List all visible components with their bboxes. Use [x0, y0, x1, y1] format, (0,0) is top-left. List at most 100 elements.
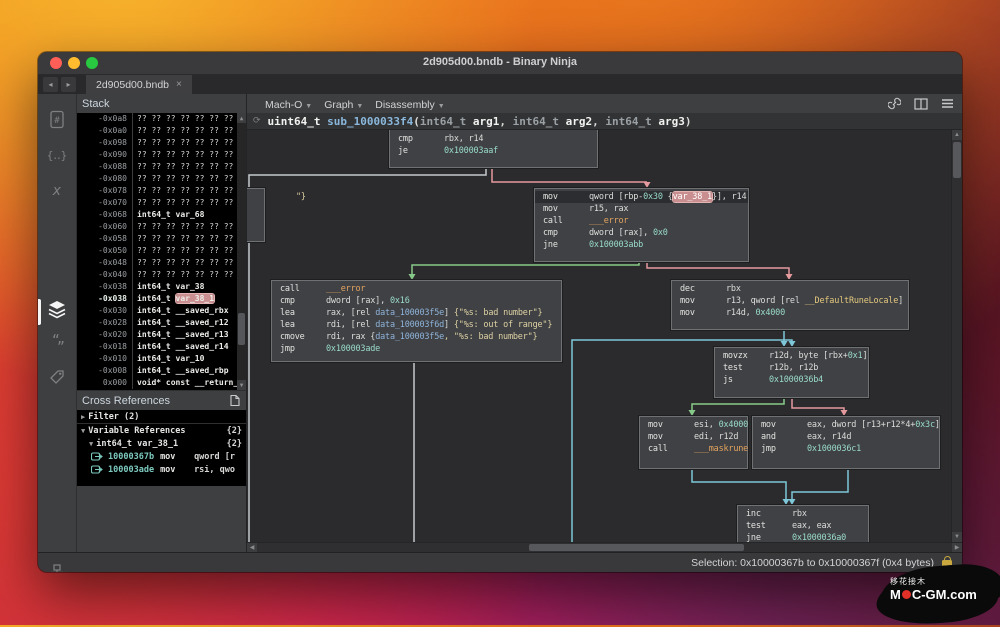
signature-token: ,	[592, 115, 605, 128]
stack-row[interactable]: -0x0a0?? ?? ?? ?? ?? ?? ?? ??	[77, 125, 246, 137]
scroll-down-icon[interactable]: ▼	[952, 532, 962, 542]
split-pane-icon[interactable]	[914, 98, 928, 110]
basic-block-b-error[interactable]: call___errorcmpdword [rax], 0x16learax, …	[271, 280, 562, 362]
instruction-row[interactable]: jne0x1000036a0	[738, 532, 868, 542]
titlebar[interactable]: 2d905d00.bndb - Binary Ninja	[38, 52, 962, 75]
instruction-row[interactable]: movr13, qword [rel __DefaultRuneLocale]	[672, 295, 908, 307]
stack-row[interactable]: -0x070?? ?? ?? ?? ?? ?? ?? ??	[77, 197, 246, 209]
toolbar-menu-graph[interactable]: Graph ▼	[318, 99, 369, 111]
scroll-left-icon[interactable]: ◀	[247, 543, 257, 552]
stack-row[interactable]: -0x060?? ?? ?? ?? ?? ?? ?? ??	[77, 221, 246, 233]
instruction-row[interactable]: movqword [rbp-0x30 {var_38_1}], r14	[535, 191, 748, 203]
instruction-row[interactable]: jmp0x1000036c1	[753, 443, 939, 455]
stack-scrollbar[interactable]: ▲ ▼	[237, 113, 246, 390]
scroll-right-icon[interactable]: ▶	[952, 543, 962, 552]
instruction-row[interactable]: cmpdword [rax], 0x0	[535, 227, 748, 239]
instruction-row[interactable]: cmprbx, r14	[390, 133, 597, 145]
xref-item[interactable]: 100003ademovrsi, qwo	[77, 463, 246, 476]
stack-row[interactable]: -0x020int64_t __saved_r13	[77, 329, 246, 341]
instruction-row[interactable]: testr12b, r12b	[715, 362, 868, 374]
function-signature-bar[interactable]: ⟳ uint64_t sub_1000033f4(int64_t arg1, i…	[247, 113, 962, 130]
stack-row[interactable]: -0x040?? ?? ?? ?? ?? ?? ?? ??	[77, 269, 246, 281]
basic-block-b-store[interactable]: movqword [rbp-0x30 {var_38_1}], r14movr1…	[534, 188, 749, 262]
tags-icon[interactable]	[47, 366, 67, 388]
scroll-down-icon[interactable]: ▼	[237, 380, 246, 390]
symbols-hash-icon[interactable]: #	[47, 109, 67, 131]
tab-close-icon[interactable]: ×	[176, 79, 182, 90]
stack-row[interactable]: -0x038int64_t var_38_1	[77, 293, 246, 305]
stack-row[interactable]: 0x000void* const __return_add	[77, 377, 246, 389]
strings-quotes-icon[interactable]: “”	[47, 332, 67, 354]
scroll-up-icon[interactable]: ▲	[952, 130, 962, 140]
instruction-row[interactable]: moveax, dword [r13+r12*4+0x3c]	[753, 419, 939, 431]
stack-row[interactable]: -0x038int64_t var_38	[77, 281, 246, 293]
instruction-row[interactable]: cmpdword [rax], 0x16	[272, 295, 561, 307]
instruction-row[interactable]: movesi, 0x4000	[640, 419, 747, 431]
toolbar-menu-mach-o[interactable]: Mach-O ▼	[259, 99, 318, 111]
hamburger-menu-icon[interactable]	[941, 98, 954, 109]
basic-block-b-and[interactable]: moveax, dword [r13+r12*4+0x3c]andeax, r1…	[752, 416, 940, 469]
xref-item[interactable]: 10000367bmovqword [r	[77, 450, 246, 463]
instruction-row[interactable]: movr14d, 0x4000	[672, 307, 908, 319]
stack-row[interactable]: -0x080?? ?? ?? ?? ?? ?? ?? ??	[77, 173, 246, 185]
graph-canvas[interactable]: cmprbx, r14je0x100003aaf "} movqword [rbp-…	[247, 130, 951, 542]
stack-row[interactable]: -0x078?? ?? ?? ?? ?? ?? ?? ??	[77, 185, 246, 197]
instruction-row[interactable]: je0x100003aaf	[390, 145, 597, 157]
stack-row[interactable]: -0x050?? ?? ?? ?? ?? ?? ?? ??	[77, 245, 246, 257]
instruction-row[interactable]: call___maskrune	[640, 443, 747, 455]
stack-layers-icon[interactable]	[47, 299, 67, 321]
new-pane-icon[interactable]	[229, 394, 241, 407]
instruction-row[interactable]: leardi, [rel data_100003f6d] {"%s: out o…	[272, 319, 561, 331]
xrefs-group-row[interactable]: ▼Variable References {2}	[77, 424, 246, 437]
stack-row[interactable]: -0x068int64_t var_68	[77, 209, 246, 221]
stack-row[interactable]: -0x018int64_t __saved_r14	[77, 341, 246, 353]
instruction-row[interactable]: call___error	[535, 215, 748, 227]
instruction-row[interactable]: jmp0x100003ade	[272, 343, 561, 355]
instruction-row[interactable]: decrbx	[672, 283, 908, 295]
graph-vertical-scrollbar[interactable]: ▲ ▼	[951, 130, 962, 542]
graph-horizontal-scrollbar[interactable]: ◀ ▶	[247, 542, 962, 552]
variables-x-icon[interactable]: x	[47, 179, 67, 201]
instruction-row[interactable]: js0x1000036b4	[715, 374, 868, 386]
link-icon[interactable]	[888, 97, 901, 110]
stack-row[interactable]: -0x090?? ?? ?? ?? ?? ?? ?? ??	[77, 149, 246, 161]
back-button[interactable]: ◂	[43, 77, 58, 92]
basic-block-b-partial[interactable]: "}	[247, 188, 265, 242]
stack-table: -0x0a8?? ?? ?? ?? ?? ?? ?? ??-0x0a0?? ??…	[77, 113, 246, 390]
instruction-row[interactable]: movzxr12d, byte [rbx+0x1]	[715, 350, 868, 362]
stack-row[interactable]: -0x048?? ?? ?? ?? ?? ?? ?? ??	[77, 257, 246, 269]
mini-graph-icon[interactable]	[47, 562, 67, 572]
stack-row[interactable]: -0x030int64_t __saved_rbx	[77, 305, 246, 317]
stack-row[interactable]: -0x088?? ?? ?? ?? ?? ?? ?? ??	[77, 161, 246, 173]
instruction-row[interactable]: andeax, r14d	[753, 431, 939, 443]
instruction-row[interactable]: cmoverdi, rax {data_100003f5e, "%s: bad …	[272, 331, 561, 343]
toolbar-menu-disassembly[interactable]: Disassembly ▼	[369, 99, 450, 111]
basic-block-b-dec[interactable]: decrbxmovr13, qword [rel __DefaultRuneLo…	[671, 280, 909, 330]
instruction-row[interactable]: testeax, eax	[738, 520, 868, 532]
stack-row[interactable]: -0x058?? ?? ?? ?? ?? ?? ?? ??	[77, 233, 246, 245]
basic-block-b-loop[interactable]: incrbxtesteax, eaxjne0x1000036a0	[737, 505, 869, 542]
stack-row[interactable]: -0x098?? ?? ?? ?? ?? ?? ?? ??	[77, 137, 246, 149]
basic-block-b-movzx[interactable]: movzxr12d, byte [rbx+0x1]testr12b, r12bj…	[714, 347, 869, 398]
stack-row[interactable]: -0x008int64_t __saved_rbp	[77, 365, 246, 377]
tab-2d905d00[interactable]: 2d905d00.bndb ×	[86, 75, 192, 94]
stack-row[interactable]: -0x010int64_t var_10	[77, 353, 246, 365]
instruction-row[interactable]: movr15, rax	[535, 203, 748, 215]
instruction-row[interactable]: movedi, r12d	[640, 431, 747, 443]
scroll-up-icon[interactable]: ▲	[237, 113, 246, 123]
basic-block-b-maskrune[interactable]: movesi, 0x4000movedi, r12dcall___maskrun…	[639, 416, 748, 469]
instruction-row[interactable]: learax, [rel data_100003f5e] {"%s: bad n…	[272, 307, 561, 319]
instruction-row[interactable]: jne0x100003abb	[535, 239, 748, 251]
instruction-row[interactable]: call___error	[272, 283, 561, 295]
stack-row[interactable]: -0x028int64_t __saved_r12	[77, 317, 246, 329]
stack-row[interactable]: -0x0a8?? ?? ?? ?? ?? ?? ?? ??	[77, 113, 246, 125]
xrefs-subgroup-row[interactable]: ▼int64_t var_38_1 {2}	[77, 437, 246, 450]
types-braces-icon[interactable]: {‥}	[47, 144, 67, 166]
svg-text:”: ”	[57, 340, 65, 353]
basic-block-b-entry[interactable]: cmprbx, r14je0x100003aaf	[389, 130, 598, 168]
instruction-row[interactable]: incrbx	[738, 508, 868, 520]
graph-toolbar: Mach-O ▼Graph ▼Disassembly ▼	[247, 94, 962, 113]
xrefs-filter-row[interactable]: ▶Filter (2)	[77, 410, 246, 424]
forward-button[interactable]: ▸	[61, 77, 76, 92]
instruction-row[interactable]: "}	[247, 191, 264, 203]
